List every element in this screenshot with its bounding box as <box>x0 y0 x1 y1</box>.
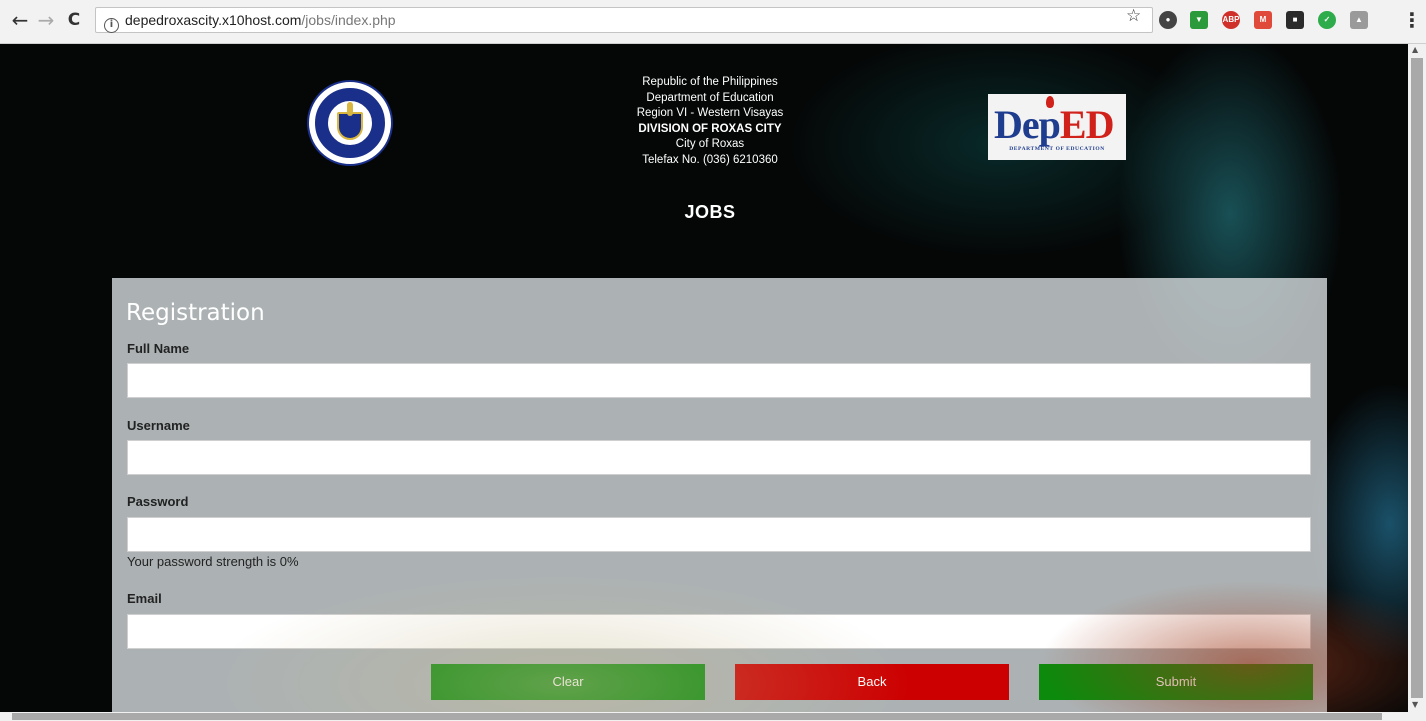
browser-toolbar: ← → C i depedroxascity.x10host.com/jobs/i… <box>0 0 1426 44</box>
check-extension-icon[interactable]: ✓ <box>1318 11 1336 29</box>
site-info-icon[interactable]: i <box>104 18 119 33</box>
url-path: /jobs/index.php <box>301 12 396 28</box>
dark-extension-icon[interactable]: ■ <box>1286 11 1304 29</box>
clear-button[interactable]: Clear <box>431 664 705 700</box>
deped-wordmark-dep: Dep <box>994 102 1061 147</box>
registration-title: Registration <box>126 300 265 326</box>
scroll-up-icon[interactable]: ▲ <box>1412 45 1418 54</box>
page-viewport: Republic of the Philippines Department o… <box>0 44 1408 712</box>
deped-logo: DepED DEPARTMENT OF EDUCATION <box>988 94 1126 160</box>
bookmark-star-icon[interactable]: ☆ <box>1126 6 1141 26</box>
header-line: Region VI - Western Visayas <box>636 107 784 119</box>
gmail-extension-icon[interactable]: M <box>1254 11 1272 29</box>
address-bar[interactable]: i depedroxascity.x10host.com/jobs/index.p… <box>95 7 1153 33</box>
seal-shield-icon <box>337 112 363 140</box>
email-label: Email <box>127 591 162 606</box>
abp-extension-icon[interactable]: ABP <box>1222 11 1240 29</box>
back-arrow-icon[interactable]: ← <box>8 8 32 32</box>
username-label: Username <box>127 418 190 433</box>
deped-subtitle: DEPARTMENT OF EDUCATION <box>1009 146 1105 152</box>
header-division: DIVISION OF ROXAS CITY <box>638 122 782 135</box>
bulb-extension-icon[interactable]: ● <box>1159 11 1177 29</box>
deped-wordmark: DepED <box>994 102 1115 147</box>
back-button[interactable]: Back <box>735 664 1009 700</box>
submit-button[interactable]: Submit <box>1039 664 1313 700</box>
horizontal-scroll-thumb[interactable] <box>12 713 1382 720</box>
full-name-label: Full Name <box>127 341 190 356</box>
cloud-extension-icon[interactable]: ▲ <box>1350 11 1368 29</box>
horizontal-scrollbar[interactable] <box>0 712 1426 721</box>
header-address: Republic of the Philippines Department o… <box>560 75 860 168</box>
password-input[interactable] <box>127 517 1311 552</box>
header-line: Telefax No. (036) 6210360 <box>642 153 778 166</box>
deped-seal-logo <box>307 80 393 166</box>
header-line: Republic of the Philippines <box>642 76 778 88</box>
vertical-scroll-thumb[interactable] <box>1411 58 1423 698</box>
username-input[interactable] <box>127 440 1311 475</box>
full-name-input[interactable] <box>127 363 1311 398</box>
browser-menu-icon[interactable]: ⋮ <box>1402 8 1422 32</box>
reload-icon[interactable]: C <box>62 8 86 32</box>
page-title: JOBS <box>684 202 736 222</box>
seal-torch-icon <box>347 102 353 116</box>
password-strength-text: Your password strength is 0% <box>127 554 299 569</box>
password-label: Password <box>127 494 189 509</box>
registration-panel: Registration Full Name Username Password… <box>112 278 1327 712</box>
shield-extension-icon[interactable]: ▼ <box>1190 11 1208 29</box>
header-line: City of Roxas <box>675 138 745 150</box>
email-input[interactable] <box>127 614 1311 649</box>
scroll-down-icon[interactable]: ▼ <box>1412 700 1418 709</box>
header-line: Department of Education <box>646 91 774 104</box>
forward-arrow-icon[interactable]: → <box>34 8 58 32</box>
vertical-scrollbar[interactable]: ▲ ▼ <box>1408 44 1426 712</box>
deped-wordmark-ed: ED <box>1059 102 1115 147</box>
url-domain: depedroxascity.x10host.com <box>125 12 302 28</box>
